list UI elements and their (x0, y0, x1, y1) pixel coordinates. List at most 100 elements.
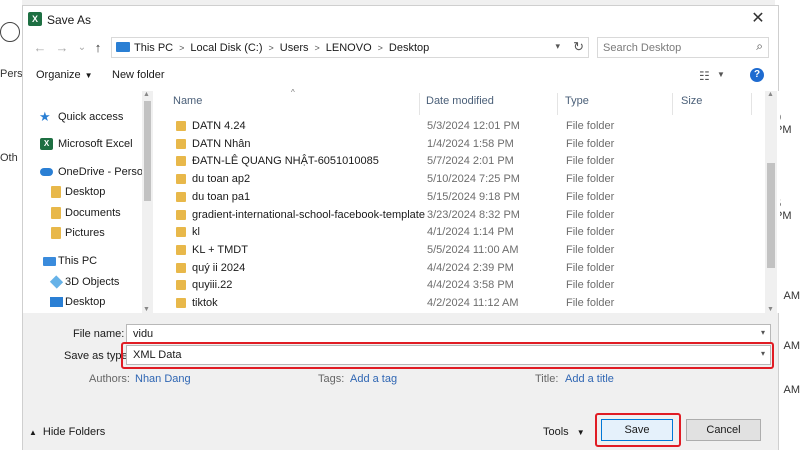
file-type: File folder (566, 261, 615, 274)
breadcrumb-item[interactable]: Local Disk (C:) (190, 42, 262, 54)
file-type: File folder (566, 137, 615, 150)
sidebar-item-label: Pictures (65, 227, 105, 239)
tools-label: Tools (543, 426, 569, 438)
help-icon[interactable]: ? (750, 68, 764, 82)
file-list: ^ Name Date modified Type Size DATN 4.24… (155, 88, 780, 313)
file-type: File folder (566, 297, 615, 309)
file-row[interactable]: gradient-international-school-facebook-t… (155, 206, 750, 224)
folder-icon (176, 280, 186, 291)
hide-folders-button[interactable]: ▲ Hide Folders (29, 426, 105, 438)
column-header-size[interactable]: Size (681, 95, 702, 113)
file-date: 1/4/2024 1:58 PM (427, 137, 514, 150)
star-icon: ★ (39, 109, 51, 124)
save-as-dialog: X Save As ✕ ← → ⌄ ↑ This PC > Local Disk (… (22, 5, 780, 450)
column-divider[interactable] (419, 93, 420, 115)
scroll-up-arrow-icon[interactable]: ▲ (767, 91, 774, 98)
title-bar: X Save As ✕ (23, 6, 778, 33)
file-date: 4/1/2024 1:14 PM (427, 226, 514, 239)
scrollbar-thumb[interactable] (144, 101, 151, 201)
file-row[interactable]: ĐATN-LÊ QUANG NHẬT-6051010085 5/7/2024 2:… (155, 152, 750, 170)
folder-icon (51, 227, 61, 239)
scrollbar-thumb[interactable] (767, 163, 775, 268)
file-name: du toan pa1 (192, 190, 251, 203)
file-type: File folder (566, 243, 615, 256)
breadcrumb-item[interactable]: Users (280, 42, 309, 54)
back-arrow-icon[interactable]: ← (31, 39, 49, 57)
chevron-right-icon[interactable]: > (315, 43, 320, 53)
file-name: gradient-international-school-facebook-t… (192, 208, 425, 221)
refresh-icon[interactable]: ↻ (573, 39, 584, 55)
command-bar: Organize ▼ New folder ☷ ▼ ? (23, 64, 778, 88)
chevron-down-icon[interactable]: ▾ (555, 41, 560, 52)
chevron-right-icon[interactable]: > (269, 43, 274, 53)
background-text: AM (783, 384, 800, 396)
scroll-down-arrow-icon[interactable]: ▼ (767, 306, 774, 313)
breadcrumb-item[interactable]: LENOVO (326, 42, 372, 54)
file-name: quyiii.22 (192, 279, 233, 292)
scroll-down-arrow-icon[interactable]: ▼ (143, 306, 150, 313)
column-header-name[interactable]: Name (173, 95, 202, 113)
breadcrumb-item[interactable]: Desktop (389, 42, 429, 54)
forward-arrow-icon[interactable]: → (53, 39, 71, 57)
file-type: File folder (566, 173, 615, 186)
file-name: KL + TMDT (192, 243, 248, 256)
column-divider[interactable] (672, 93, 673, 115)
column-header-type[interactable]: Type (565, 95, 589, 113)
search-placeholder: Search Desktop (603, 42, 682, 54)
caret-up-icon: ▲ (29, 428, 37, 437)
file-name: kl (192, 226, 200, 239)
view-options-icon[interactable]: ☷ (699, 69, 710, 83)
file-row[interactable]: du toan pa1 5/15/2024 9:18 PM File folder (155, 188, 750, 206)
folder-icon (176, 298, 186, 308)
folder-icon (176, 209, 186, 220)
file-row[interactable]: quyiii.22 4/4/2024 3:58 PM File folder (155, 276, 750, 294)
folder-icon (176, 121, 186, 131)
address-bar-row: ← → ⌄ ↑ This PC > Local Disk (C:) > Users > LE… (23, 36, 778, 62)
address-bar[interactable]: This PC > Local Disk (C:) > Users > LENOVO > Des… (111, 37, 589, 58)
organize-button[interactable]: Organize ▼ (36, 69, 93, 81)
breadcrumb: This PC > Local Disk (C:) > Users > LENOVO > Des… (134, 42, 429, 54)
sidebar-item-label: Desktop (65, 186, 106, 198)
file-row[interactable]: du toan ap2 5/10/2024 7:25 PM File folder (155, 170, 750, 188)
file-name-label: File name: (73, 328, 125, 340)
sidebar-item-label: Quick access (58, 111, 124, 123)
breadcrumb-item[interactable]: This PC (134, 42, 173, 54)
title-value[interactable]: Add a title (565, 373, 614, 385)
folder-icon (51, 186, 61, 198)
tags-value[interactable]: Add a tag (350, 373, 397, 385)
onedrive-icon (40, 168, 53, 176)
file-row[interactable]: DATN 4.24 5/3/2024 12:01 PM File folder (155, 117, 750, 135)
column-divider[interactable] (751, 93, 752, 115)
file-list-scrollbar[interactable]: ▲ ▼ (765, 91, 777, 313)
file-date: 5/5/2024 11:00 AM (427, 243, 519, 256)
file-name-field[interactable]: vidu ▾ (126, 324, 771, 344)
cancel-button[interactable]: Cancel (686, 419, 761, 441)
file-row[interactable]: quý ii 2024 4/4/2024 2:39 PM File folder (155, 259, 750, 277)
file-row[interactable]: DATN Nhân 1/4/2024 1:58 PM File folder (155, 135, 750, 153)
folder-icon (176, 156, 186, 167)
file-type: File folder (566, 155, 615, 168)
file-row[interactable]: kl 4/1/2024 1:14 PM File folder (155, 223, 750, 241)
excel-icon: X (28, 12, 42, 26)
chevron-right-icon[interactable]: > (378, 43, 383, 53)
new-folder-button[interactable]: New folder (112, 69, 165, 81)
folder-icon (176, 227, 186, 238)
caret-down-icon: ▼ (576, 428, 585, 437)
column-header-date[interactable]: Date modified (426, 95, 494, 113)
up-arrow-icon[interactable]: ↑ (89, 39, 107, 57)
file-type: File folder (566, 226, 615, 239)
chevron-right-icon[interactable]: > (179, 43, 184, 53)
tools-button[interactable]: Tools ▼ (543, 426, 585, 438)
close-button[interactable]: ✕ (748, 9, 768, 29)
file-row[interactable]: KL + TMDT 5/5/2024 11:00 AM File folder (155, 241, 750, 259)
authors-value[interactable]: Nhan Dang (135, 373, 191, 385)
sidebar-item-label: 3D Objects (65, 276, 120, 288)
sidebar-scrollbar[interactable]: ▲ ▼ (142, 91, 153, 313)
scroll-up-arrow-icon[interactable]: ▲ (143, 91, 150, 98)
search-input[interactable]: Search Desktop ⌕ (597, 37, 769, 58)
caret-down-icon[interactable]: ▼ (717, 70, 725, 79)
file-date: 4/4/2024 3:58 PM (427, 279, 514, 292)
file-row[interactable]: tiktok 4/2/2024 11:12 AM File folder (155, 294, 750, 312)
chevron-down-icon[interactable]: ▾ (761, 328, 765, 337)
column-divider[interactable] (557, 93, 558, 115)
